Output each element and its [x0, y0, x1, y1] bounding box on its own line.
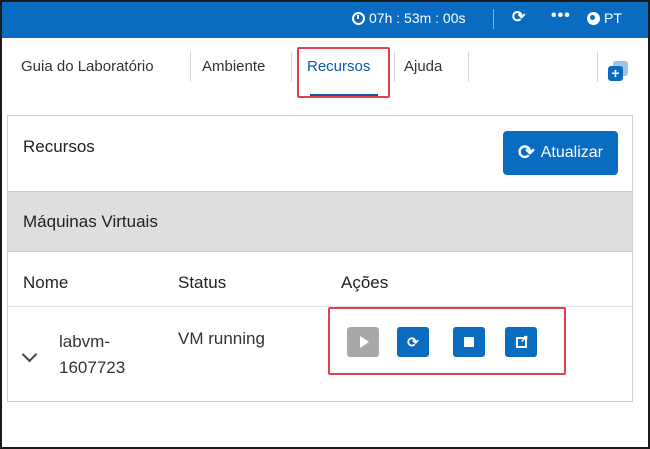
language-label: PT	[604, 10, 622, 26]
section-title: Máquinas Virtuais	[23, 212, 158, 231]
more-icon[interactable]: •••	[551, 6, 571, 26]
tab-environment[interactable]: Ambiente	[202, 58, 265, 75]
column-header-status: Status	[178, 273, 227, 292]
vm-name: labvm-1607723	[59, 332, 126, 377]
tab-help[interactable]: Ajuda	[404, 58, 442, 75]
clock-icon	[352, 11, 365, 25]
lab-timer: 07h : 53m : 00s	[352, 10, 466, 26]
refresh-icon: ⟳	[517, 142, 535, 164]
timer-text: 07h : 53m : 00s	[369, 10, 466, 26]
refresh-button[interactable]: ⟳ Atualizar	[503, 131, 618, 175]
chevron-down-icon[interactable]	[21, 346, 38, 363]
refresh-button-label: Atualizar	[540, 144, 603, 161]
tab-divider	[468, 52, 469, 82]
add-tab-icon[interactable]: +	[608, 61, 628, 81]
tab-divider	[394, 52, 395, 82]
section-header: Máquinas Virtuais	[8, 191, 632, 252]
actions-highlight	[328, 307, 566, 375]
top-bar: 07h : 53m : 00s ⟳ ••• PT	[0, 0, 650, 38]
tab-lab-guide[interactable]: Guia do Laboratório	[21, 58, 154, 75]
refresh-icon[interactable]: ⟳	[512, 8, 525, 28]
divider	[493, 9, 494, 29]
tab-highlight	[297, 47, 390, 98]
vm-status: VM running	[178, 329, 265, 348]
panel-title: Recursos	[23, 137, 95, 156]
column-header-actions: Ações	[341, 273, 389, 292]
column-header-name: Nome	[23, 273, 69, 292]
language-selector[interactable]: PT	[587, 10, 622, 26]
tab-divider	[190, 52, 191, 82]
globe-icon	[587, 11, 600, 25]
tab-divider	[597, 52, 598, 82]
tab-divider	[291, 52, 292, 82]
